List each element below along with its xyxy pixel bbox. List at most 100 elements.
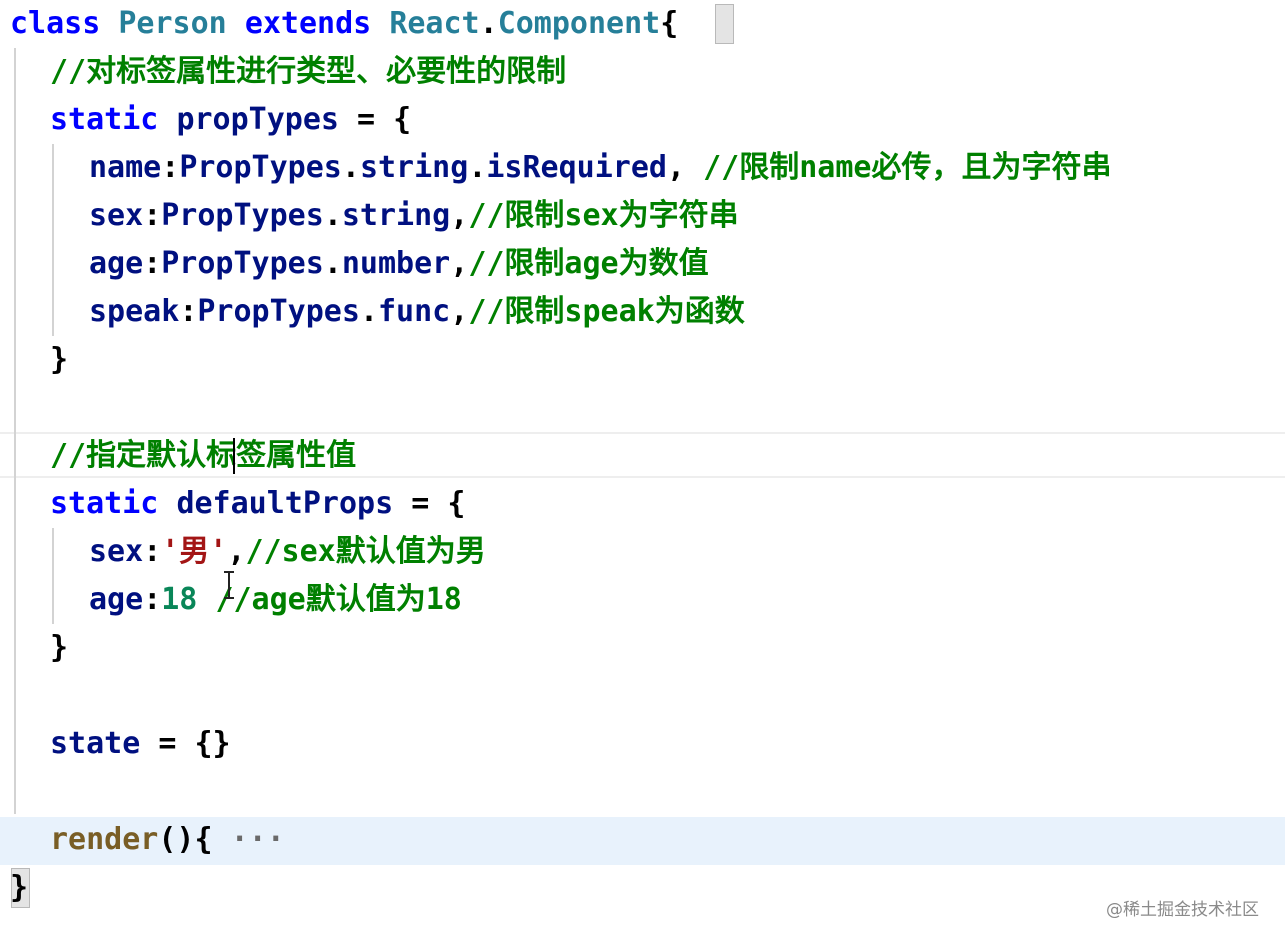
code-token: name <box>89 150 162 185</box>
code-token: sex <box>89 198 144 233</box>
text-cursor <box>233 438 235 474</box>
code-token: sex <box>89 534 144 569</box>
code-token: : <box>143 246 162 281</box>
code-token: : <box>179 294 198 329</box>
code-line-content: name:PropTypes.string.isRequired, //限制na… <box>89 144 1112 192</box>
code-token: //指定默认标签属性值 <box>50 438 357 473</box>
code-token: Component <box>497 6 661 41</box>
ibeam-cursor-icon <box>224 571 234 599</box>
code-line-3[interactable]: static propTypes = { <box>0 96 1285 144</box>
code-line-7[interactable]: speak:PropTypes.func,//限制speak为函数 <box>0 288 1285 336</box>
code-token: '男' <box>161 534 228 569</box>
code-line-content: class Person extends React.Component{ <box>10 0 678 48</box>
code-token: : <box>143 582 162 617</box>
code-token: . <box>341 150 360 185</box>
code-token: //限制speak为函数 <box>468 294 745 329</box>
code-token: , <box>450 294 469 329</box>
fold-ellipsis-icon[interactable]: ··· <box>213 822 285 857</box>
code-token: } <box>50 630 69 665</box>
code-line-content: } <box>50 336 68 384</box>
code-line-13[interactable]: age:18 //age默认值为18 <box>0 576 1285 624</box>
code-token: class <box>10 6 119 41</box>
code-token: extends <box>244 6 390 41</box>
code-token: //限制name必传，且为字符串 <box>703 150 1112 185</box>
code-line-6[interactable]: age:PropTypes.number,//限制age为数值 <box>0 240 1285 288</box>
code-line-content: } <box>50 624 68 672</box>
code-token: (){ <box>158 822 213 857</box>
code-token: static <box>50 486 177 521</box>
code-token: Person <box>118 6 245 41</box>
code-line-17[interactable] <box>0 768 1285 816</box>
code-token: //sex默认值为男 <box>245 534 486 569</box>
code-line-14[interactable]: } <box>0 624 1285 672</box>
code-token: . <box>323 198 342 233</box>
code-token: string <box>341 198 451 233</box>
code-token: state <box>50 726 141 761</box>
code-editor[interactable]: class Person extends React.Component{//对… <box>0 0 1285 942</box>
code-token: func <box>378 294 451 329</box>
code-token: PropTypes <box>179 150 342 185</box>
code-token: } <box>10 870 29 905</box>
code-line-10[interactable]: //指定默认标签属性值 <box>0 432 1285 480</box>
code-token: //限制sex为字符串 <box>468 198 739 233</box>
code-token: , <box>227 534 246 569</box>
code-line-content: state = {} <box>50 720 231 768</box>
code-token: : <box>161 150 180 185</box>
code-line-9[interactable] <box>0 384 1285 432</box>
code-token: age <box>89 246 144 281</box>
code-token: : <box>143 534 162 569</box>
code-token: string <box>359 150 469 185</box>
code-token: propTypes <box>176 102 339 137</box>
code-line-8[interactable]: } <box>0 336 1285 384</box>
code-line-4[interactable]: name:PropTypes.string.isRequired, //限制na… <box>0 144 1285 192</box>
watermark: @稀土掘金技术社区 <box>1106 900 1259 920</box>
code-token: //age默认值为18 <box>215 582 462 617</box>
code-line-1[interactable]: class Person extends React.Component{ <box>0 0 1285 48</box>
code-line-content: } <box>10 864 28 912</box>
code-token: //限制age为数值 <box>468 246 709 281</box>
code-line-content: //指定默认标签属性值 <box>50 432 356 480</box>
code-token: = {} <box>140 726 231 761</box>
code-token: PropTypes <box>161 198 324 233</box>
code-line-content: static propTypes = { <box>50 96 411 144</box>
code-token: 18 <box>161 582 198 617</box>
code-line-5[interactable]: sex:PropTypes.string,//限制sex为字符串 <box>0 192 1285 240</box>
code-line-16[interactable]: state = {} <box>0 720 1285 768</box>
code-token: , <box>667 150 704 185</box>
code-token: //对标签属性进行类型、必要性的限制 <box>50 54 567 89</box>
code-token: . <box>468 150 487 185</box>
code-line-15[interactable] <box>0 672 1285 720</box>
code-token: , <box>450 246 469 281</box>
code-token: . <box>323 246 342 281</box>
code-token: PropTypes <box>197 294 360 329</box>
code-token: . <box>359 294 378 329</box>
code-line-19[interactable]: } <box>0 864 1285 912</box>
code-line-content: age:PropTypes.number,//限制age为数值 <box>89 240 709 288</box>
code-token: . <box>479 6 498 41</box>
code-line-11[interactable]: static defaultProps = { <box>0 480 1285 528</box>
code-token: React <box>389 6 480 41</box>
code-token: = { <box>339 102 412 137</box>
code-line-12[interactable]: sex:'男',//sex默认值为男 <box>0 528 1285 576</box>
code-token: PropTypes <box>161 246 324 281</box>
code-token: { <box>660 6 679 41</box>
code-token: render <box>50 822 159 857</box>
code-line-content: sex:'男',//sex默认值为男 <box>89 528 486 576</box>
code-token: speak <box>89 294 180 329</box>
code-token: = { <box>393 486 466 521</box>
code-line-2[interactable]: //对标签属性进行类型、必要性的限制 <box>0 48 1285 96</box>
code-token: defaultProps <box>176 486 394 521</box>
code-token: : <box>143 198 162 233</box>
code-token: } <box>50 342 69 377</box>
code-line-content: speak:PropTypes.func,//限制speak为函数 <box>89 288 745 336</box>
code-line-content: //对标签属性进行类型、必要性的限制 <box>50 48 566 96</box>
code-token: , <box>450 198 469 233</box>
code-line-content: age:18 //age默认值为18 <box>89 576 462 624</box>
code-line-content: render(){ ··· <box>50 816 285 864</box>
code-token: static <box>50 102 177 137</box>
code-line-content: sex:PropTypes.string,//限制sex为字符串 <box>89 192 739 240</box>
code-token: number <box>341 246 451 281</box>
code-line-18[interactable]: render(){ ··· <box>0 816 1285 864</box>
code-line-content: static defaultProps = { <box>50 480 465 528</box>
